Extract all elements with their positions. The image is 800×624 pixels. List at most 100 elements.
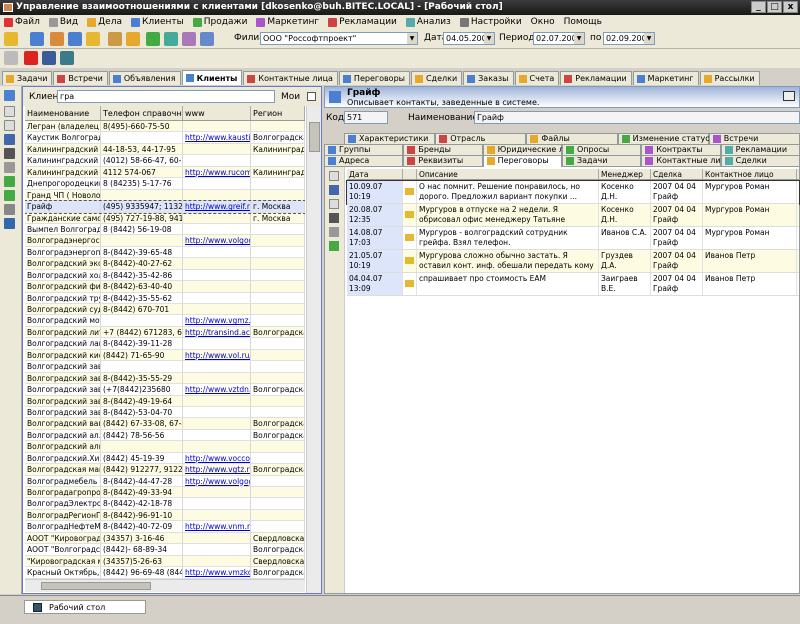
subtab[interactable]: Характеристики [344,133,436,144]
table-row[interactable]: Волгоградэнергосбыт http://www.volgograde… [25,235,305,247]
subtab[interactable]: Отрасль [435,133,527,144]
subtab[interactable]: Контактные лица [641,155,731,166]
table-row[interactable]: Волгоградский труб...8-(8442)-35-55-62 [25,292,305,304]
search-icon[interactable] [4,32,18,46]
close-button[interactable]: x [783,1,798,13]
tab-11[interactable]: Рассылки [699,71,760,85]
table-row[interactable]: 04.04.07 13:09 спрашивает про стоимость Е… [347,273,799,296]
save-close-icon[interactable] [60,51,74,65]
subtab[interactable]: Сделки [720,155,800,166]
table-cell[interactable]: http://www.vgmz.ru [183,315,251,326]
desktop-task-button[interactable]: Рабочий стол [24,600,146,614]
tab-5[interactable]: Переговоры [338,71,410,85]
column-header[interactable]: Описание [417,169,599,179]
table-row[interactable]: 14.08.07 17:03 Мургуров - волгоградский с… [347,227,799,250]
table-row[interactable]: ВолгоградНефтеМаш8-(8442)-40-72-09http:/… [25,521,305,533]
save-icon[interactable] [42,51,56,65]
period-from-input[interactable]: 02.07.2007 ▼ [533,32,585,45]
refresh-icon[interactable] [4,176,15,187]
table-cell[interactable]: http://www.vmzko.ru [183,567,251,578]
table-row[interactable]: ВолгоградЭлектрон...8-(8442)-42-18-78 [25,498,305,510]
column-header[interactable]: Сделка [651,169,703,179]
link-icon[interactable] [4,204,15,215]
table-cell[interactable]: http://www.vocco.ru [183,452,251,464]
table-row[interactable]: Калининградский Ж...(4012) 58-66-47, 60-… [25,155,305,167]
table-row[interactable]: Волгоградский фили...8-(8442)-63-40-40 [25,281,305,293]
table-cell[interactable]: http://transind.actinfo [183,326,251,338]
table-row[interactable]: Каустик Волгоград http://www.kaustik.ruВо… [25,132,305,144]
trash-icon[interactable] [329,213,339,223]
table-row[interactable]: Калининградский за...4112 574-067http://… [25,166,305,179]
client-filter-input[interactable]: гра [57,90,275,103]
table-cell[interactable]: http://www.rucompar [183,166,251,178]
table-row[interactable]: Волгоградский заво... [25,361,305,373]
table-cell[interactable]: http://www.vztdn.ru [183,384,251,395]
period-to-input[interactable]: 02.09.2007 ▼ [603,32,655,45]
menu-item[interactable]: Окно [531,17,555,27]
menu-item[interactable]: Настройки [459,17,522,27]
menu-item[interactable]: Рекламации [328,17,397,27]
table-cell[interactable]: http://www.vol.ru/cor [183,349,251,361]
table-row[interactable]: Волгоградский заво...8-(8442)-35-55-29 [25,372,305,385]
edit-icon[interactable] [4,134,15,145]
subtab[interactable]: Реквизиты [403,155,483,166]
table-row[interactable]: Красный Октябрь, В...(8442) 96-69-48 (84… [25,567,305,579]
table-row[interactable]: Вымпел Волгоград 8 (8442) 56-19-08 [25,223,305,236]
horizontal-scrollbar[interactable] [25,579,305,592]
subtab[interactable]: Рекламации [720,144,800,155]
scroll-thumb[interactable] [309,122,320,152]
column-header[interactable]: Телефон справочный [101,106,183,120]
subtab[interactable]: Бренды [403,144,483,155]
properties-icon[interactable] [329,227,339,237]
copy-icon[interactable] [329,199,339,209]
tab-10[interactable]: Маркетинг [632,71,699,85]
client-icon[interactable] [30,32,44,46]
users-icon[interactable] [68,32,82,46]
column-header[interactable]: Дата [347,169,403,179]
tab-7[interactable]: Заказы [463,71,514,85]
table-row[interactable]: Волгоградский судо...8-(8442) 670-701 [25,304,305,316]
table-row[interactable]: Волгоградский кисл...(8442) 71-65-90http… [25,349,305,362]
table-row[interactable]: Днепрогородецкий ...8 (84235) 5-17-76 [25,178,305,190]
properties-icon[interactable] [4,51,18,65]
new-icon[interactable] [329,171,339,181]
table-row[interactable]: Волгоградмебель 8-(8442)-44-47-28 http://w… [25,475,305,487]
subtab[interactable]: Адреса [324,155,404,166]
table-row[interactable]: Волгоградский холд...8-(8442)-35-42-86 [25,269,305,282]
briefcase-icon[interactable] [108,32,122,46]
tab-6[interactable]: Сделки [410,71,463,85]
subtab[interactable]: Встречи [708,133,800,144]
tab-3[interactable]: Клиенты [181,70,243,85]
table-row[interactable]: Волгоградский лите...+7 (8442) 671283, 6… [25,326,305,339]
money-icon[interactable] [146,32,160,46]
table-row[interactable]: Гражданские самол...(495) 727-19-88, 941… [25,212,305,224]
subtab[interactable]: Файлы [526,133,618,144]
invoice-icon[interactable] [182,32,196,46]
table-row[interactable]: Волгоградский ал... (8442) 78-56-56 Волгог… [25,429,305,442]
properties-icon[interactable] [4,162,15,173]
menu-item[interactable]: Клиенты [130,17,184,27]
column-header[interactable]: Менеджер [599,169,651,179]
table-row[interactable]: Грайф(495) 9335947; 1132233http://www.gr… [25,200,305,214]
table-row[interactable]: ВолгоградРегионГаз 8-(8442)-96-91-10 [25,509,305,522]
table-row[interactable]: Волгоградский заво...8-(8442)-53-04-70 [25,406,305,419]
table-row[interactable]: Волгоградский мото... http://www.vgmz.ru [25,315,305,327]
table-cell[interactable]: http://www.volgogradenergi [183,235,251,246]
report-icon[interactable] [200,32,214,46]
funnel-icon[interactable] [4,190,15,201]
deal-icon[interactable] [126,32,140,46]
table-row[interactable]: Волгоградский ваго...(8442) 67-33-08, 67… [25,418,305,430]
subtab[interactable]: Группы [324,144,404,155]
menu-item[interactable]: Продажи [192,17,247,27]
filter-icon[interactable] [4,90,15,101]
table-row[interactable]: Гранд ЧП ( Новолок... [25,189,305,202]
table-row[interactable]: Легран (владелец О...8(495)-660-75-50 [25,121,305,133]
minimize-button[interactable]: _ [751,1,766,13]
tab-2[interactable]: Объявления [108,71,181,85]
table-row[interactable]: 10.09.07 10:19 О нас помнит. Решение понр… [346,180,800,205]
menu-item[interactable]: Вид [48,17,78,27]
column-header[interactable]: www [183,106,251,120]
tab-4[interactable]: Контактные лица [243,71,338,85]
table-row[interactable]: АООТ "Кировоград... (34357) 3-16-46 Свердл… [25,532,305,545]
scroll-thumb[interactable] [41,582,151,590]
